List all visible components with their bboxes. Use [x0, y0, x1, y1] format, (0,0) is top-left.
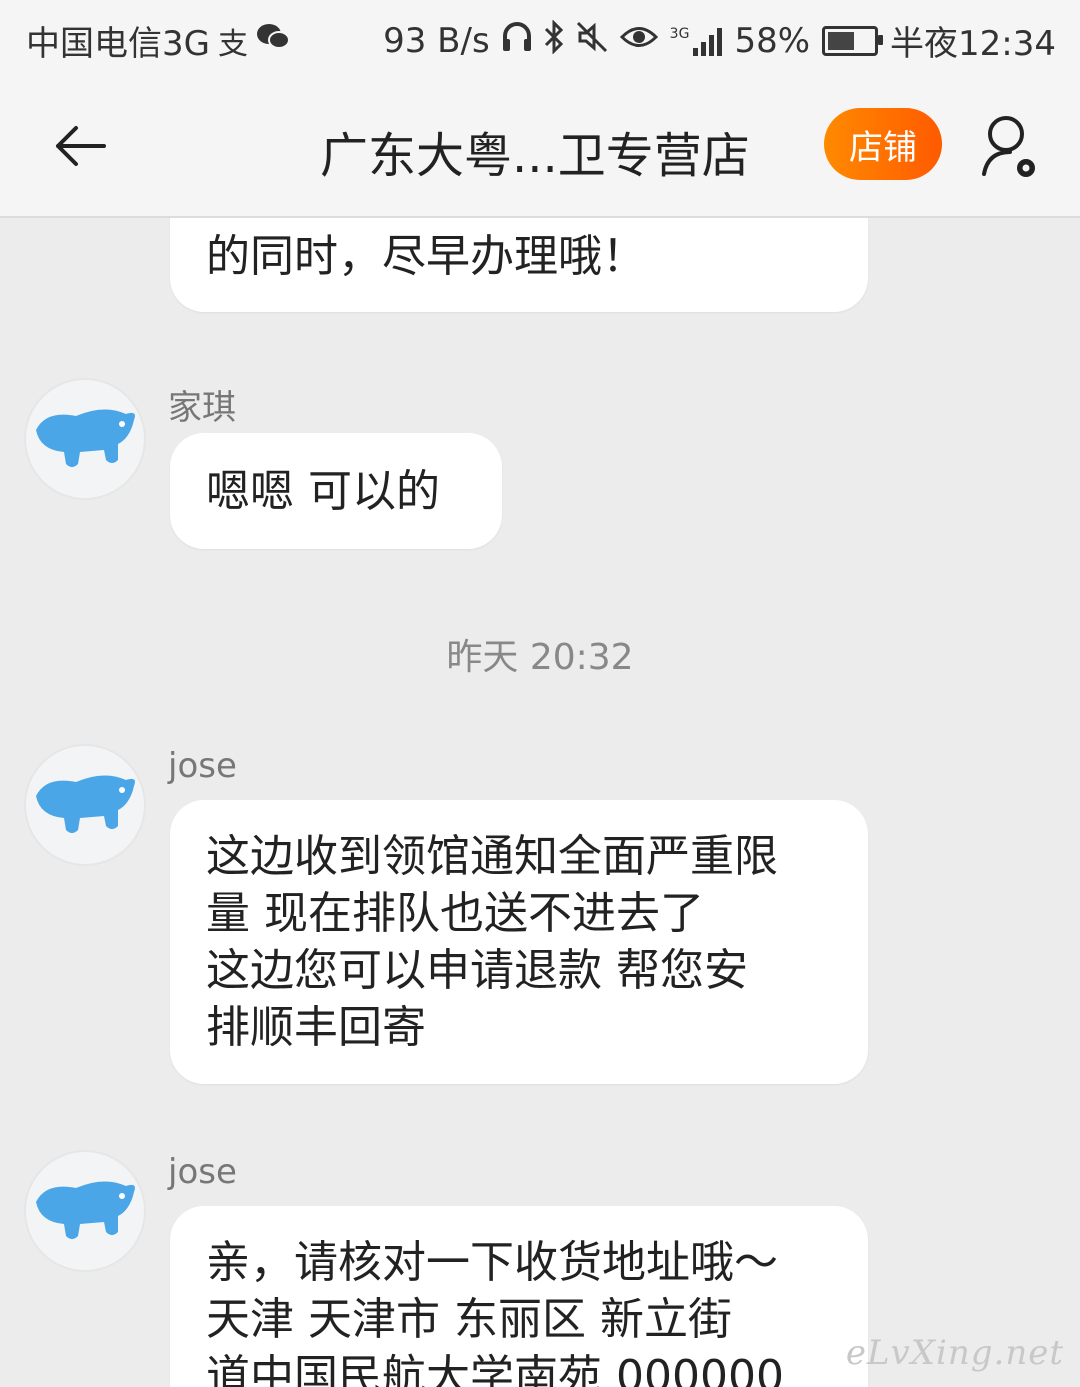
status-bar-left: 中国电信3G 支	[26, 16, 290, 65]
elephant-avatar-icon	[36, 409, 135, 467]
wechat-icon	[256, 22, 290, 60]
message-line: 的同时，尽早办理哦！	[206, 231, 646, 282]
status-bar: 中国电信3G 支 93 B/s 3G 58% 半夜12:34	[0, 0, 1080, 76]
headphones-icon	[502, 21, 532, 61]
bluetooth-icon	[544, 18, 564, 62]
user-settings-icon	[982, 116, 1035, 177]
signal-label: 3G	[669, 25, 690, 42]
carrier-label: 中国电信3G	[26, 24, 210, 64]
shop-button[interactable]: 店铺	[824, 108, 942, 180]
message-bubble[interactable]: 亲，请核对一下收货地址哦～ 天津 天津市 东丽区 新立街 道中国民航大学南苑 0…	[170, 1206, 868, 1387]
eye-icon	[619, 23, 658, 58]
chat-messages[interactable]: 的同时，尽早办理哦！ 家琪 嗯嗯 可以的 昨天 20:32 jose 这边收到领…	[0, 218, 1080, 1387]
clock: 半夜12:34	[890, 24, 1056, 64]
network-speed: 93 B/s	[383, 20, 490, 61]
message-line: 量 现在排队也送不进去了	[206, 888, 704, 939]
back-button[interactable]	[50, 116, 110, 176]
message-line: 嗯嗯 可以的	[206, 466, 440, 517]
elephant-avatar-icon	[36, 775, 135, 833]
message-line: 这边收到领馆通知全面严重限	[206, 831, 778, 882]
message-line: 道中国民航大学南苑 000000	[206, 1351, 784, 1387]
message-bubble[interactable]: 这边收到领馆通知全面严重限 量 现在排队也送不进去了 这边您可以申请退款 帮您安…	[170, 800, 868, 1084]
avatar[interactable]	[24, 378, 146, 500]
arrow-left-icon	[56, 126, 106, 166]
sender-name: jose	[168, 746, 237, 786]
mute-icon	[576, 21, 608, 61]
message-bubble[interactable]: 的同时，尽早办理哦！	[170, 218, 868, 312]
message-line: 这边您可以申请退款 帮您安	[206, 945, 748, 996]
sender-name: 家琪	[168, 388, 236, 428]
status-bar-right: 93 B/s 3G 58% 半夜12:34	[383, 16, 1056, 65]
signal-icon: 3G	[670, 26, 723, 56]
battery-level	[828, 31, 855, 50]
message-line: 亲，请核对一下收货地址哦～	[206, 1237, 778, 1288]
avatar[interactable]	[24, 1150, 146, 1272]
battery-icon	[822, 25, 884, 56]
chat-header: 广东大粤...卫专营店 店铺	[0, 76, 1080, 218]
avatar[interactable]	[24, 744, 146, 866]
elephant-avatar-icon	[36, 1181, 135, 1239]
battery-percent: 58%	[734, 20, 811, 61]
timestamp-divider: 昨天 20:32	[446, 637, 634, 678]
message-line: 天津 天津市 东丽区 新立街	[206, 1294, 732, 1345]
watermark: eLvXing.net	[845, 1333, 1064, 1373]
message-bubble[interactable]: 嗯嗯 可以的	[170, 433, 502, 549]
message-line: 排顺丰回寄	[206, 1002, 426, 1053]
page-title: 广东大粤...卫专营店	[320, 128, 750, 184]
sender-name: jose	[168, 1152, 237, 1192]
profile-settings-button[interactable]	[980, 112, 1044, 184]
alipay-icon: 支	[217, 26, 248, 62]
